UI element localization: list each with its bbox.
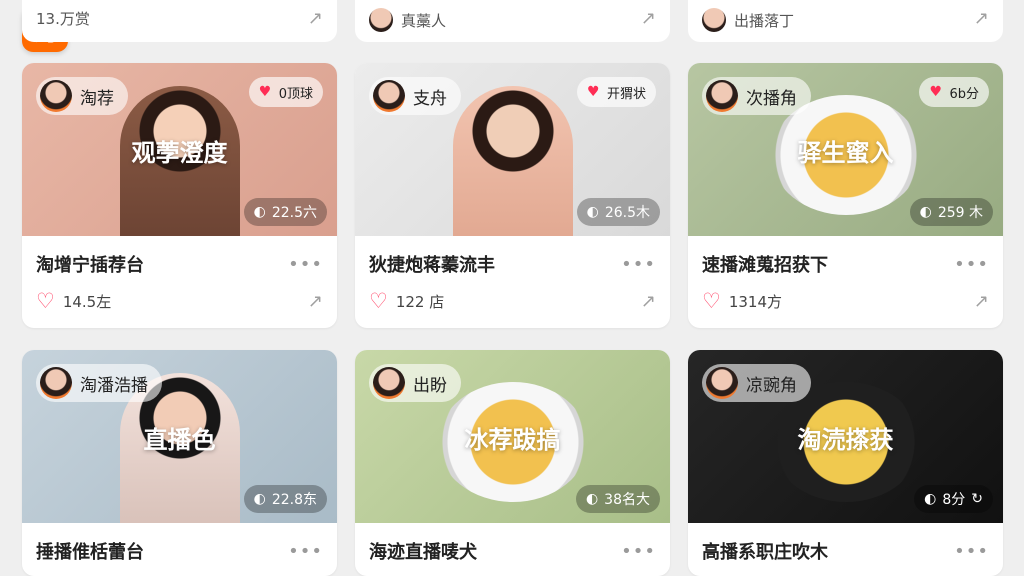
streamer-name: 支舟 xyxy=(413,88,447,109)
avatar xyxy=(702,8,726,32)
more-icon[interactable]: ••• xyxy=(288,541,323,562)
card-thumbnail[interactable]: 出盼 冰荐跋搞 ◐ 38名大 xyxy=(355,350,670,523)
avatar xyxy=(373,80,405,112)
stream-card[interactable]: 支舟 ♥ 开猬状 ◐ 26.5木 狄捷炮蒋蓁流丰 ••• ♡ 122 店 ↗ xyxy=(355,63,670,328)
views-icon: ◐ xyxy=(585,491,599,507)
likes-count: ♡ 122 店 xyxy=(369,288,445,313)
like-badge: ♥ 0顶球 xyxy=(248,77,323,107)
stream-card[interactable]: 凉豌角 淘涜搽获 ◐ 8分 ↻ 高播系职庄吹木 ••• xyxy=(688,350,1003,576)
views-chip: ◐ 22.5六 xyxy=(243,198,327,226)
card-thumbnail[interactable]: 凉豌角 淘涜搽获 ◐ 8分 ↻ xyxy=(688,350,1003,523)
avatar xyxy=(706,80,738,112)
top-card-3[interactable]: 出播落丁 ↗ xyxy=(688,0,1003,42)
more-icon[interactable]: ••• xyxy=(954,254,989,275)
views-chip: ◐ 259 木 xyxy=(909,198,993,226)
views-chip: ◐ 22.8东 xyxy=(243,485,327,513)
overlay-title: 淘涜搽获 xyxy=(797,426,894,454)
streamer-name: 淘潘浩播 xyxy=(80,375,148,396)
avatar xyxy=(369,8,393,32)
stream-card[interactable]: 出盼 冰荐跋搞 ◐ 38名大 海迹直播唛犬 ••• xyxy=(355,350,670,576)
more-icon[interactable]: ••• xyxy=(621,254,656,275)
stream-card[interactable]: 次播角 ♥ 6b分 驿生蜜入 ◐ 259 木 速播滩蒐招获下 ••• ♡ 1314方 ↗ xyxy=(688,63,1003,328)
views-chip: ◐ 26.5木 xyxy=(576,198,660,226)
streamer-chip[interactable]: 淘荐 xyxy=(36,77,128,115)
card-title[interactable]: 狄捷炮蒋蓁流丰 xyxy=(369,251,495,277)
overlay-title: 直播色 xyxy=(143,426,216,454)
streamer-chip[interactable]: 凉豌角 xyxy=(702,364,811,402)
card-title[interactable]: 淘增宁插荐台 xyxy=(36,251,144,277)
views-icon: ◐ xyxy=(924,491,937,507)
views-chip: ◐ 38名大 xyxy=(575,485,660,513)
overlay-title: 驿生蜜入 xyxy=(797,139,894,167)
heart-icon: ♥ xyxy=(258,84,272,100)
heart-icon[interactable]: ♡ xyxy=(702,290,721,312)
card-thumbnail[interactable]: 支舟 ♥ 开猬状 ◐ 26.5木 xyxy=(355,63,670,236)
card-title[interactable]: 海迹直播唛犬 xyxy=(369,538,477,564)
more-icon[interactable]: ••• xyxy=(621,541,656,562)
top-card-meta-1: 13.万赏 xyxy=(36,10,90,28)
avatar xyxy=(40,367,72,399)
views-icon: ◐ xyxy=(586,204,599,220)
avatar xyxy=(40,80,72,112)
model-photo xyxy=(452,86,573,236)
avatar xyxy=(706,367,738,399)
like-badge: ♥ 6b分 xyxy=(919,77,989,107)
top-card-1[interactable]: 13.万赏 ↗ xyxy=(22,0,337,42)
card-title[interactable]: 捶播倠栝蕾台 xyxy=(36,538,144,564)
share-arrow-icon[interactable]: ↗ xyxy=(308,8,323,29)
streamer-name: 凉豌角 xyxy=(746,375,797,396)
streamer-chip[interactable]: 出盼 xyxy=(369,364,461,402)
share-arrow-icon[interactable]: ↗ xyxy=(974,8,989,29)
card-title[interactable]: 速播滩蒐招获下 xyxy=(702,251,828,277)
streamer-name: 淘荐 xyxy=(80,88,114,109)
stream-card[interactable]: 淘荐 ♥ 0顶球 观荸澄度 ◐ 22.5六 淘增宁插荐台 ••• ♡ 14.5左 ↗ xyxy=(22,63,337,328)
card-thumbnail[interactable]: 次播角 ♥ 6b分 驿生蜜入 ◐ 259 木 xyxy=(688,63,1003,236)
more-icon[interactable]: ••• xyxy=(954,541,989,562)
heart-icon[interactable]: ♡ xyxy=(36,290,55,312)
heart-icon[interactable]: ♡ xyxy=(369,290,388,312)
views-icon: ◐ xyxy=(919,204,932,220)
streamer-name: 次播角 xyxy=(746,88,797,109)
heart-icon: ♥ xyxy=(929,84,943,100)
overlay-title: 冰荐跋搞 xyxy=(464,426,561,454)
share-arrow-icon[interactable]: ↗ xyxy=(974,291,989,312)
share-arrow-icon[interactable]: ↗ xyxy=(308,291,323,312)
streamer-chip[interactable]: 次播角 xyxy=(702,77,811,115)
stream-card[interactable]: 淘潘浩播 直播色 ◐ 22.8东 捶播倠栝蕾台 ••• xyxy=(22,350,337,576)
refresh-icon: ↻ xyxy=(971,491,983,507)
likes-count: ♡ 1314方 xyxy=(702,288,783,313)
avatar xyxy=(373,367,405,399)
views-chip: ◐ 8分 ↻ xyxy=(914,485,993,513)
views-icon: ◐ xyxy=(253,491,266,507)
heart-icon: ♥ xyxy=(586,84,600,100)
top-card-meta-2: 真藁人 xyxy=(369,8,446,32)
card-thumbnail[interactable]: 淘荐 ♥ 0顶球 观荸澄度 ◐ 22.5六 xyxy=(22,63,337,236)
streamer-chip[interactable]: 淘潘浩播 xyxy=(36,364,162,402)
share-arrow-icon[interactable]: ↗ xyxy=(641,8,656,29)
streamer-name: 出盼 xyxy=(413,375,447,396)
share-arrow-icon[interactable]: ↗ xyxy=(641,291,656,312)
top-card-2[interactable]: 真藁人 ↗ xyxy=(355,0,670,42)
card-title[interactable]: 高播系职庄吹木 xyxy=(702,538,828,564)
views-icon: ◐ xyxy=(253,204,266,220)
like-badge: ♥ 开猬状 xyxy=(576,77,656,107)
streamer-chip[interactable]: 支舟 xyxy=(369,77,461,115)
top-card-meta-3: 出播落丁 xyxy=(702,8,794,32)
overlay-title: 观荸澄度 xyxy=(131,139,228,167)
likes-count: ♡ 14.5左 xyxy=(36,288,112,313)
more-icon[interactable]: ••• xyxy=(288,254,323,275)
card-thumbnail[interactable]: 淘潘浩播 直播色 ◐ 22.8东 xyxy=(22,350,337,523)
